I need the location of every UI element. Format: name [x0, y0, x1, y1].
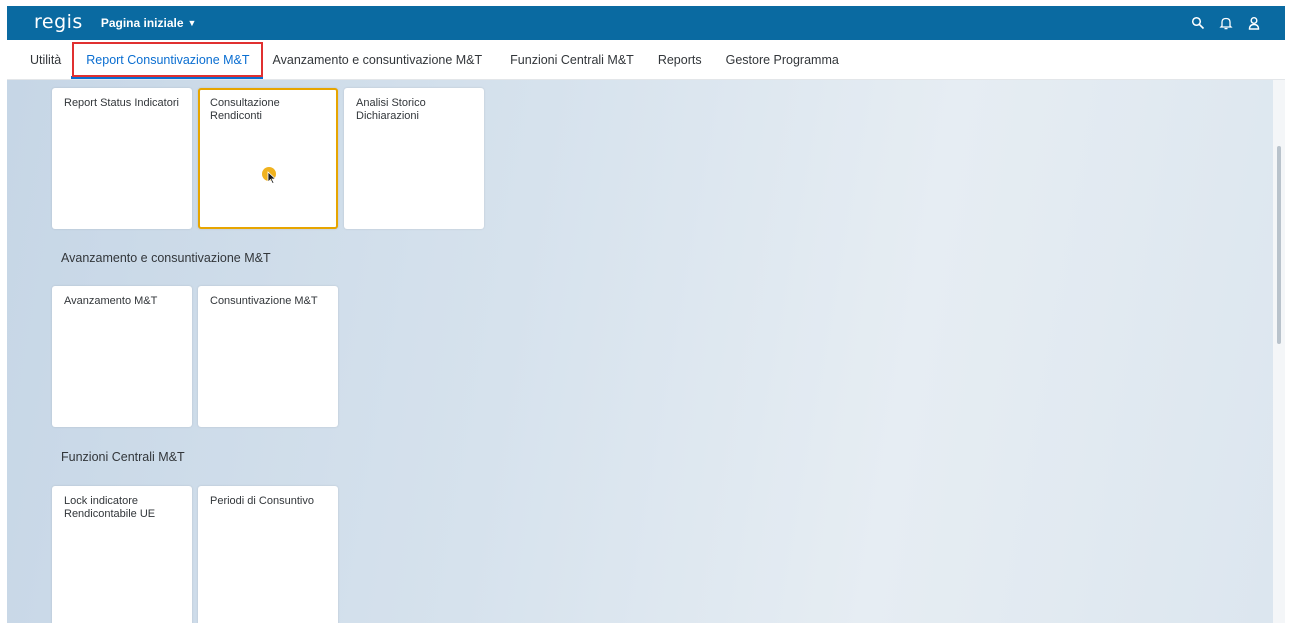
tile-title: Consultazione Rendiconti	[210, 97, 280, 122]
tab-label: Report Consuntivazione M&T	[86, 52, 250, 67]
tile-title: Avanzamento M&T	[64, 295, 158, 307]
tile-consultazione-rendiconti[interactable]: Consultazione Rendiconti	[198, 88, 338, 229]
tab-funzioni-centrali[interactable]: Funzioni Centrali M&T	[492, 40, 644, 79]
tile-title: Analisi Storico Dichiarazioni	[356, 97, 426, 122]
tile-title: Lock indicatore Rendicontabile UE	[64, 495, 156, 520]
regis-logo[interactable]: regis	[34, 11, 83, 33]
tab-label: Funzioni Centrali M&T	[510, 52, 634, 67]
tile-title: Consuntivazione M&T	[210, 295, 318, 307]
tab-label: Reports	[657, 52, 702, 67]
home-menu-label: Pagina iniziale	[100, 16, 184, 30]
scrollbar-thumb[interactable]	[1277, 146, 1281, 344]
mouse-pointer-icon	[267, 171, 277, 188]
shell-bar: regis Pagina iniziale ▼	[7, 6, 1285, 40]
app-shell: regis Pagina iniziale ▼ Utilità Report C…	[7, 6, 1285, 623]
tab-label: Avanzamento e consuntivazione M&T	[272, 52, 483, 67]
tab-reports[interactable]: Reports	[644, 40, 712, 79]
group-title-funzioni-centrali: Funzioni Centrali M&T	[61, 450, 185, 464]
bell-icon[interactable]	[1219, 16, 1233, 30]
anchor-navigation-bar: Utilità Report Consuntivazione M&T Avanz…	[7, 40, 1285, 80]
tile-report-status-indicatori[interactable]: Report Status Indicatori	[52, 88, 192, 229]
launchpad-content: Report Status Indicatori Consultazione R…	[7, 80, 1273, 623]
tile-avanzamento-mt[interactable]: Avanzamento M&T	[52, 286, 192, 427]
tile-analisi-storico-dichiarazioni[interactable]: Analisi Storico Dichiarazioni	[344, 88, 484, 229]
tab-gestore-programma[interactable]: Gestore Programma	[712, 40, 849, 79]
user-icon[interactable]	[1247, 16, 1261, 30]
tile-group-avanzamento: Avanzamento M&T Consuntivazione M&T	[52, 286, 338, 427]
tile-title: Periodi di Consuntivo	[210, 495, 314, 507]
group-title-avanzamento: Avanzamento e consuntivazione M&T	[61, 251, 271, 265]
tile-consuntivazione-mt[interactable]: Consuntivazione M&T	[198, 286, 338, 427]
home-menu-button[interactable]: Pagina iniziale ▼	[101, 16, 197, 30]
vertical-scrollbar[interactable]	[1273, 80, 1285, 623]
tile-periodi-consuntivo[interactable]: Periodi di Consuntivo	[198, 486, 338, 623]
tab-label: Utilità	[30, 52, 62, 67]
shell-actions	[1191, 16, 1261, 30]
active-tab-indicator	[71, 76, 263, 79]
tile-group-funzioni-centrali: Lock indicatore Rendicontabile UE Period…	[52, 486, 338, 623]
tab-report-consuntivazione[interactable]: Report Consuntivazione M&T	[71, 40, 263, 79]
search-icon[interactable]	[1191, 16, 1205, 30]
caret-down-icon: ▼	[187, 18, 197, 28]
tab-utilita[interactable]: Utilità	[20, 40, 71, 79]
tab-label: Gestore Programma	[725, 52, 839, 67]
tab-avanzamento-consuntivazione[interactable]: Avanzamento e consuntivazione M&T	[263, 40, 493, 79]
tile-group-report-consuntivazione: Report Status Indicatori Consultazione R…	[52, 88, 484, 229]
tile-title: Report Status Indicatori	[64, 97, 179, 109]
tile-lock-indicatore[interactable]: Lock indicatore Rendicontabile UE	[52, 486, 192, 623]
